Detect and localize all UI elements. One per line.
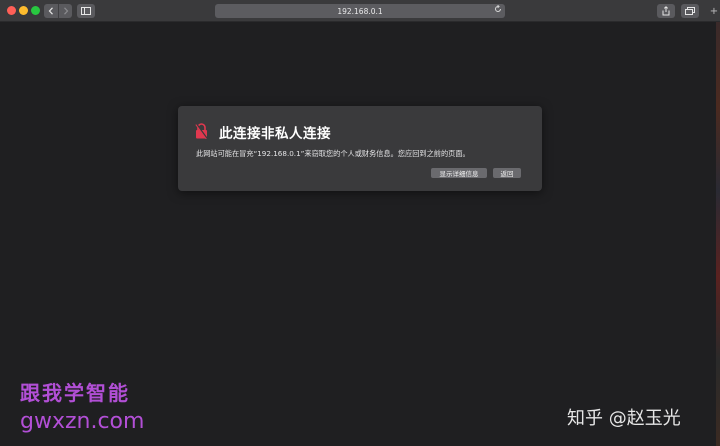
tabs-icon	[685, 7, 695, 15]
browser-window: 192.168.0.1 + 此连接非私人连接 此网站可能在冒充“192.168.…	[0, 0, 720, 446]
privacy-warning-dialog: 此连接非私人连接 此网站可能在冒充“192.168.0.1”来窃取您的个人或财务…	[178, 106, 542, 191]
share-button[interactable]	[657, 4, 675, 18]
dialog-title: 此连接非私人连接	[219, 126, 331, 142]
address-bar[interactable]: 192.168.0.1	[215, 4, 505, 18]
zoom-window-button[interactable]	[31, 6, 40, 15]
new-tab-button[interactable]: +	[708, 4, 720, 18]
share-icon	[662, 6, 670, 16]
close-window-button[interactable]	[7, 6, 16, 15]
brand-watermark-url: gwxzn.com	[20, 409, 145, 434]
chevron-left-icon	[48, 7, 53, 15]
sidebar-icon	[81, 7, 91, 15]
show-details-button[interactable]: 显示详细信息	[431, 168, 487, 178]
go-back-button[interactable]: 返回	[493, 168, 521, 178]
minimize-window-button[interactable]	[19, 6, 28, 15]
reload-icon[interactable]	[494, 4, 502, 16]
plus-icon: +	[709, 5, 719, 17]
browser-toolbar: 192.168.0.1 +	[0, 0, 720, 22]
dialog-message: 此网站可能在冒充“192.168.0.1”来窃取您的个人或财务信息。您应回到之前…	[196, 149, 470, 158]
chevron-right-icon	[63, 7, 68, 15]
address-text: 192.168.0.1	[337, 6, 383, 16]
zhihu-watermark: 知乎 @赵玉光	[567, 408, 681, 429]
forward-button[interactable]	[58, 4, 72, 18]
brand-watermark-cn: 跟我学智能	[20, 381, 130, 405]
back-button[interactable]	[44, 4, 58, 18]
broken-lock-icon	[195, 123, 208, 139]
sidebar-button[interactable]	[77, 4, 95, 18]
background-window-edge	[716, 22, 720, 446]
tabs-overview-button[interactable]	[681, 4, 699, 18]
